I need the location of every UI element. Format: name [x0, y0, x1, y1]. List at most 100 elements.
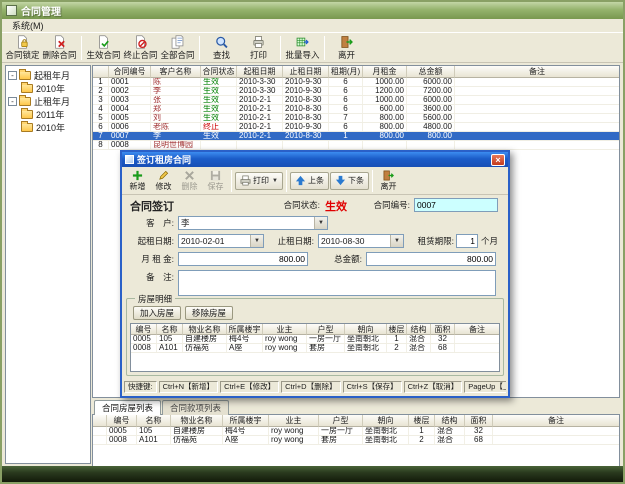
- contract-lock-icon: [15, 35, 30, 49]
- contract-row[interactable]: 4 0004 郑 生效 2010-2-1 2010-8-30 6 600.00 …: [93, 105, 619, 114]
- chevron-down-icon[interactable]: ▼: [314, 217, 327, 229]
- column-header[interactable]: 楼层: [387, 324, 407, 335]
- house-row[interactable]: 0005 105 自建楼房 梅4号 roy wong 一房一厅 坐南朝北 1 混…: [131, 335, 499, 344]
- tree-leaf-2010[interactable]: 2010年: [6, 82, 90, 95]
- column-header[interactable]: 面积: [431, 324, 455, 335]
- house-row[interactable]: 0005 105 自建楼房 梅4号 roy wong 一房一厅 坐南朝北 1 混…: [93, 427, 619, 436]
- edit-button[interactable]: 修改: [151, 168, 176, 194]
- save-button[interactable]: 保存: [203, 168, 228, 194]
- exit-button[interactable]: 离开: [328, 34, 365, 62]
- house-id-cell: 0005: [131, 335, 157, 343]
- column-header[interactable]: 合同编号: [109, 66, 151, 78]
- tree-leaf-2011[interactable]: 2011年: [6, 108, 90, 121]
- column-header[interactable]: 物业名称: [171, 415, 223, 427]
- total-field[interactable]: [366, 252, 496, 266]
- column-header[interactable]: 业主: [263, 324, 307, 335]
- tab-contract-houses[interactable]: 合同房屋列表: [94, 400, 161, 415]
- tree-leaf-label[interactable]: 2011年: [36, 108, 64, 121]
- tree-node-end-month[interactable]: - 止租年月: [6, 95, 90, 108]
- window-title: 合同管理: [21, 3, 61, 18]
- column-header[interactable]: 朝向: [363, 415, 409, 427]
- house-row[interactable]: 0008 A101 仿福苑 A座 roy wong 套房 坐南朝北 2 混合 6…: [131, 344, 499, 353]
- add-house-button[interactable]: 加入房屋: [133, 306, 181, 320]
- remove-house-button[interactable]: 移除房屋: [185, 306, 233, 320]
- tree-leaf-label[interactable]: 2010年: [36, 121, 65, 134]
- column-header[interactable]: 结构: [407, 324, 431, 335]
- contract-id-cell: 0008: [109, 141, 151, 149]
- rent-field[interactable]: [178, 252, 308, 266]
- column-header[interactable]: 所属楼宇: [227, 324, 263, 335]
- chevron-down-icon[interactable]: ▼: [250, 235, 263, 247]
- column-header[interactable]: 备注: [455, 66, 619, 78]
- tree-leaf-label[interactable]: 2010年: [36, 82, 65, 95]
- batch-import-button[interactable]: 批量导入: [284, 34, 321, 62]
- chevron-down-icon[interactable]: ▼: [390, 235, 403, 247]
- term-field[interactable]: [456, 234, 478, 248]
- customer-select[interactable]: 李 ▼: [178, 216, 328, 230]
- column-header[interactable]: 名称: [137, 415, 171, 427]
- column-header[interactable]: 备注: [493, 415, 619, 427]
- contract-row[interactable]: 6 0006 老陈 终止 2010-2-1 2010-9-30 6 800.00…: [93, 123, 619, 132]
- contract-row[interactable]: 2 0002 李 生效 2010-3-30 2010-9-30 6 1200.0…: [93, 87, 619, 96]
- column-header[interactable]: 面积: [465, 415, 493, 427]
- column-header[interactable]: 业主: [269, 415, 319, 427]
- dialog-print-button[interactable]: 打印 ▼: [235, 172, 283, 190]
- end-date-picker[interactable]: 2010-08-30 ▼: [318, 234, 404, 248]
- column-header[interactable]: 总金额: [407, 66, 455, 78]
- column-header[interactable]: 名称: [157, 324, 183, 335]
- customer-cell: 李: [151, 132, 201, 140]
- app-window: 合同管理 系统(M) 合同锁定 删除合同 生效合同 终止合同 全部合同 查找: [0, 0, 625, 484]
- contract-no-field[interactable]: [414, 198, 498, 212]
- add-button[interactable]: 新增: [125, 168, 150, 194]
- toolbar-button-label: 离开: [338, 49, 355, 61]
- column-header[interactable]: 起租日期: [237, 66, 283, 78]
- tree-node-label[interactable]: 止租年月: [34, 95, 70, 108]
- column-header[interactable]: 备注: [455, 324, 499, 335]
- contract-lock-button[interactable]: 合同锁定: [4, 34, 41, 62]
- column-header[interactable]: 楼层: [409, 415, 435, 427]
- column-header[interactable]: 编号: [107, 415, 137, 427]
- delete-button[interactable]: 删除: [177, 168, 202, 194]
- contract-row[interactable]: 5 0005 刘 生效 2010-2-1 2010-8-30 7 800.00 …: [93, 114, 619, 123]
- print-button[interactable]: 打印: [240, 34, 277, 62]
- contract-row[interactable]: 8 0008 昆明世博园: [93, 141, 619, 150]
- previous-record-button[interactable]: 上条: [290, 172, 329, 190]
- dialog-close-button[interactable]: ×: [491, 154, 505, 166]
- menu-system[interactable]: 系统(M): [6, 19, 50, 32]
- tree-node-start-month[interactable]: - 起租年月: [6, 69, 90, 82]
- column-header[interactable]: 物业名称: [183, 324, 227, 335]
- house-row[interactable]: 0008 A101 仿福苑 A座 roy wong 套房 坐南朝北 2 混合 6…: [93, 436, 619, 445]
- all-contracts-button[interactable]: 全部合同: [159, 34, 196, 62]
- tab-contract-payments[interactable]: 合同款项列表: [162, 400, 229, 415]
- tree-node-label[interactable]: 起租年月: [34, 69, 70, 82]
- contract-delete-button[interactable]: 删除合同: [41, 34, 78, 62]
- column-header[interactable]: 月租金: [363, 66, 407, 78]
- column-header[interactable]: 客户名称: [151, 66, 201, 78]
- tree-collapse-icon[interactable]: -: [8, 97, 17, 106]
- terminated-contracts-button[interactable]: 终止合同: [122, 34, 159, 62]
- contract-row[interactable]: 1 0001 陈 生效 2010-3-30 2010-9-30 6 1000.0…: [93, 78, 619, 87]
- start-date-picker[interactable]: 2010-02-01 ▼: [178, 234, 264, 248]
- row-number-cell: 4: [93, 105, 109, 113]
- column-header[interactable]: 户型: [319, 415, 363, 427]
- note-field[interactable]: [178, 270, 496, 296]
- contract-row[interactable]: 7 0007 李 生效 2010-2-1 2010-8-30 1 800.00 …: [93, 132, 619, 141]
- active-contracts-button[interactable]: 生效合同: [85, 34, 122, 62]
- column-header[interactable]: 租期(月): [329, 66, 363, 78]
- search-button[interactable]: 查找: [203, 34, 240, 62]
- column-header[interactable]: 编号: [131, 324, 157, 335]
- tree-collapse-icon[interactable]: -: [8, 71, 17, 80]
- column-header[interactable]: 朝向: [345, 324, 387, 335]
- column-header[interactable]: 合同状态: [201, 66, 237, 78]
- column-header[interactable]: 户型: [307, 324, 345, 335]
- area-cell: 68: [465, 436, 493, 444]
- dialog-house-grid: 编号 名称 物业名称 所属楼宇 业主 户型 朝向 楼层 结构 面积 备注: [130, 323, 500, 372]
- dialog-exit-button[interactable]: 离开: [376, 168, 401, 194]
- tree-leaf-2010-b[interactable]: 2010年: [6, 121, 90, 134]
- next-record-button[interactable]: 下条: [330, 172, 369, 190]
- column-header[interactable]: 结构: [435, 415, 465, 427]
- column-header[interactable]: 止租日期: [283, 66, 329, 78]
- contract-row[interactable]: 3 0003 张 生效 2010-2-1 2010-8-30 6 1000.00…: [93, 96, 619, 105]
- column-header[interactable]: 所属楼宇: [223, 415, 269, 427]
- house-name-cell: 105: [137, 427, 171, 435]
